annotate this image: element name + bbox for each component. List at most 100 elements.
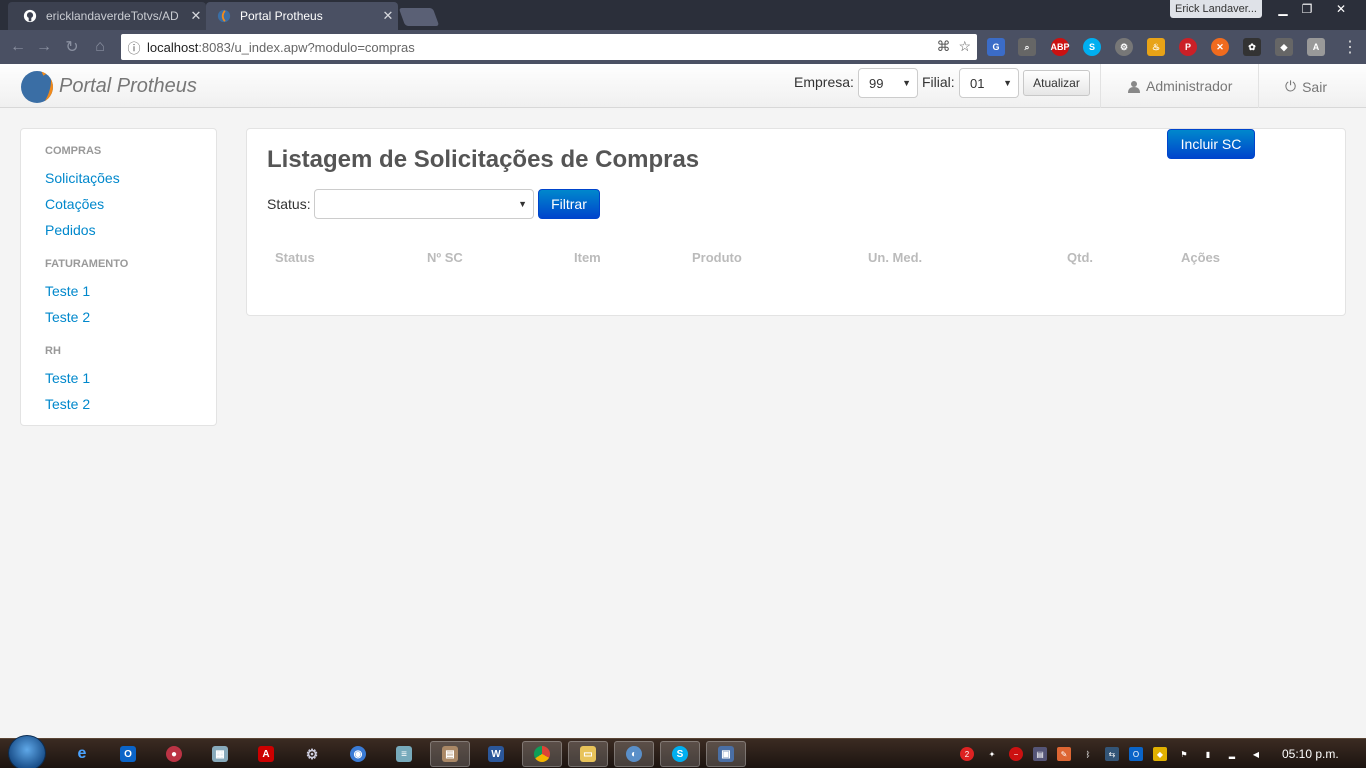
start-button[interactable] [8,735,46,768]
filial-label: Filial: [922,74,955,90]
sidebar-header-rh: RH [45,345,61,357]
sidebar-header-compras: COMPRAS [45,145,102,157]
chevron-down-icon: ▼ [518,199,527,209]
signal-icon[interactable]: ▂ [1225,747,1239,761]
browser-tab-github[interactable]: ericklandaverdeTotvs/AD ✕ [8,2,206,30]
tab-title: ericklandaverdeTotvs/AD [46,9,179,23]
search-extension-icon[interactable]: ⌕ [1018,38,1036,56]
word-icon: W [488,746,504,762]
column-header-status: Status [275,250,315,265]
remote-desktop-icon: ▣ [718,746,734,762]
translate-icon[interactable]: ⌘ [936,38,950,55]
sidebar-item-solicitacoes[interactable]: Solicitações [45,170,120,186]
bluetooth-icon[interactable]: ᛒ [1081,747,1095,761]
paw-extension-icon[interactable]: ✿ [1243,38,1261,56]
close-tab-icon[interactable]: ✕ [186,8,206,24]
filial-select[interactable]: 01 ▼ [959,68,1019,98]
sidebar-item-rh-teste-2[interactable]: Teste 2 [45,396,90,412]
profile-button[interactable]: Erick Landaver... [1170,0,1262,18]
google-translate-extension-icon[interactable]: G [987,38,1005,56]
close-tab-icon[interactable]: ✕ [378,8,398,24]
divider [1258,64,1259,108]
volume-icon[interactable]: ◀ [1249,747,1263,761]
reload-icon[interactable]: ↻ [62,37,82,57]
filtrar-button[interactable]: Filtrar [538,189,600,219]
home-icon[interactable]: ⌂ [90,37,110,57]
protheus-logo-icon [21,71,53,103]
blocked-icon[interactable]: − [1009,747,1023,761]
brand-title[interactable]: Portal Protheus [59,75,197,98]
browser-tab-portal[interactable]: Portal Protheus ✕ [206,2,398,30]
taskbar-explorer[interactable]: ▭ [568,741,608,767]
taskbar-settings[interactable]: ⚙ [292,741,332,767]
taskbar-outlook[interactable]: O [108,741,148,767]
status-select[interactable]: ▼ [314,189,534,219]
close-window-icon[interactable]: ✕ [1328,0,1354,18]
page-title: Listagem de Solicitações de Compras [267,146,700,173]
power-icon: ⏻ [1285,78,1297,94]
tool-icon[interactable]: ✎ [1057,747,1071,761]
taskbar-ie[interactable]: e [62,741,102,767]
taskbar-acrobat[interactable]: A [246,741,286,767]
taskbar-notes[interactable]: ≡ [384,741,424,767]
chrome-icon [534,746,550,762]
browser-tab-strip: ericklandaverdeTotvs/AD ✕ Portal Protheu… [0,0,1366,30]
empresa-select[interactable]: 99 ▼ [858,68,918,98]
info-icon[interactable]: ⓘ [121,38,147,57]
pinterest-extension-icon[interactable]: P [1179,38,1197,56]
skype-extension-icon[interactable]: S [1083,38,1101,56]
sidebar-item-pedidos[interactable]: Pedidos [45,222,96,238]
taskbar-calculator[interactable]: ▦ [200,741,240,767]
empresa-value: 99 [869,75,884,91]
logout-link[interactable]: ⏻ Sair [1285,78,1327,95]
internet-explorer-icon: e [77,745,87,762]
atualizar-button[interactable]: Atualizar [1023,70,1090,96]
column-header-un-med: Un. Med. [868,250,923,265]
column-header-numero-sc: Nº SC [427,250,463,265]
orange-extension-icon[interactable]: ✕ [1211,38,1229,56]
taskbar-editor[interactable]: ▤ [430,741,470,767]
taskbar-chrome[interactable] [522,741,562,767]
taskbar-app-3[interactable]: ● [154,741,194,767]
incluir-sc-button[interactable]: Incluir SC [1167,129,1255,159]
outlook-tray-icon[interactable]: O [1129,747,1143,761]
taskbar-app-13[interactable]: ◐ [614,741,654,767]
flame-extension-icon[interactable]: ♨ [1147,38,1165,56]
adblock-extension-icon[interactable]: ABP [1051,38,1070,56]
url-path: :8083/u_index.apw?modulo=compras [198,39,415,55]
flag-icon[interactable]: ⚑ [1177,747,1191,761]
bookmark-star-icon[interactable]: ☆ [958,38,971,55]
taskbar-word[interactable]: W [476,741,516,767]
sync-icon[interactable]: ⇆ [1105,747,1119,761]
dropbox-icon[interactable]: ✦ [985,747,999,761]
sidebar-item-rh-teste-1[interactable]: Teste 1 [45,370,90,386]
notification-badge[interactable]: 2 [960,747,974,761]
menu-icon[interactable]: ⋮ [1340,37,1360,57]
forward-icon[interactable]: → [34,37,54,57]
taskbar-remote-desktop[interactable]: ▣ [706,741,746,767]
sidebar-item-cotacoes[interactable]: Cotações [45,196,104,212]
back-icon[interactable]: ← [8,37,28,57]
folder-icon: ▭ [580,746,596,762]
sidebar-item-faturamento-teste-1[interactable]: Teste 1 [45,283,90,299]
minimize-icon[interactable]: ▁ [1270,0,1296,18]
tab-title: Portal Protheus [240,9,323,23]
new-tab-button[interactable] [398,8,440,26]
taskbar-skype[interactable]: S [660,741,700,767]
status-label: Status: [267,196,311,212]
browser-toolbar: ← → ↻ ⌂ ⓘ localhost:8083/u_index.apw?mod… [0,30,1366,64]
user-menu[interactable]: Administrador [1128,78,1232,94]
pdf-extension-icon[interactable]: A [1307,38,1325,56]
restore-icon[interactable]: ❐ [1294,0,1320,18]
taskbar-app-7[interactable]: ◉ [338,741,378,767]
shield-icon: ◉ [350,746,366,762]
gear-extension-icon[interactable]: ⚙ [1115,38,1133,56]
network-drive-icon[interactable]: ▤ [1033,747,1047,761]
power-plug-icon[interactable]: ▮ [1201,747,1215,761]
security-icon[interactable]: ◆ [1153,747,1167,761]
sidebar-item-faturamento-teste-2[interactable]: Teste 2 [45,309,90,325]
column-header-qtd: Qtd. [1067,250,1093,265]
taskbar-clock[interactable]: 05:10 p.m. [1282,747,1339,761]
tag-extension-icon[interactable]: ◆ [1275,38,1293,56]
address-bar[interactable]: ⓘ localhost:8083/u_index.apw?modulo=comp… [121,34,977,60]
